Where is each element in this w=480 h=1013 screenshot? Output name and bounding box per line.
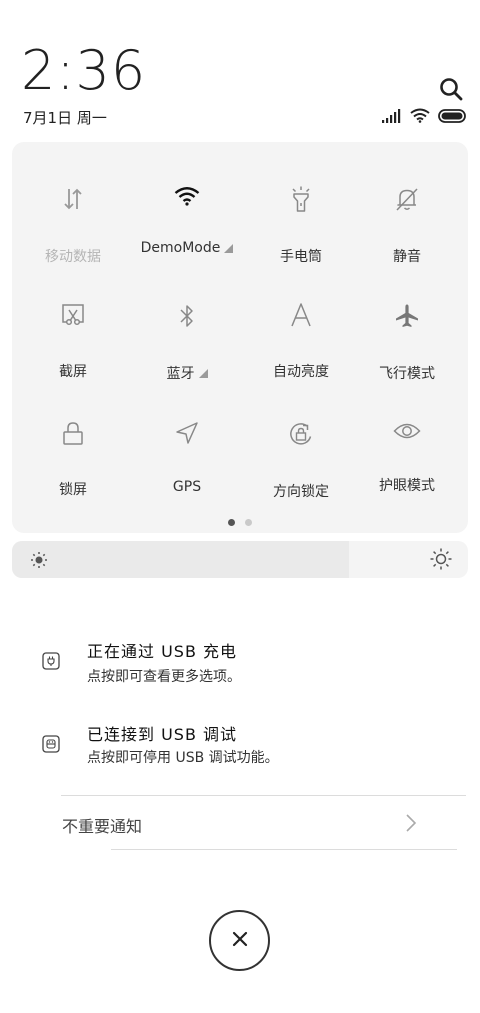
tile-eye-care[interactable]: 护眼模式 — [350, 377, 464, 494]
status-header: 2:36 7月1日 周一 — [0, 0, 480, 140]
tile-lock-screen[interactable]: 锁屏 — [16, 377, 130, 498]
tile-flashlight[interactable]: 手电筒 — [244, 142, 358, 265]
divider — [61, 795, 466, 796]
clear-all-button[interactable] — [209, 910, 270, 971]
brightness-low-icon — [30, 551, 48, 569]
close-icon — [231, 930, 249, 952]
gps-icon — [172, 421, 202, 445]
tile-airplane[interactable]: 飞行模式 — [350, 259, 464, 382]
usb-charge-icon — [42, 652, 60, 670]
notification-subtitle: 点按即可停用 USB 调试功能。 — [87, 750, 279, 766]
mute-bell-icon — [392, 186, 422, 212]
tile-screenshot[interactable]: 截屏 — [16, 259, 130, 380]
tile-mobile-data[interactable]: 移动数据 — [16, 142, 130, 265]
system-status-icons — [382, 108, 468, 126]
tile-gps[interactable]: GPS — [130, 377, 244, 495]
battery-icon — [438, 108, 468, 127]
tile-label: 护眼模式 — [379, 478, 435, 494]
tile-rotation-lock[interactable]: 方向锁定 — [244, 377, 358, 500]
brightness-high-icon — [430, 548, 452, 570]
airplane-icon — [392, 303, 422, 329]
usb-debug-icon — [42, 735, 60, 753]
lock-icon — [58, 421, 88, 445]
quick-settings-panel: 移动数据 DemoMode 手电筒 静音 截屏 蓝牙 自动亮度 飞行模式 锁屏 … — [12, 142, 468, 533]
tile-auto-brightness[interactable]: 自动亮度 — [244, 259, 358, 380]
mobile-data-icon — [58, 186, 88, 212]
clock: 2:36 — [21, 39, 147, 102]
tile-label: GPS — [172, 479, 202, 495]
notification-subtitle: 点按即可查看更多选项。 — [87, 669, 241, 685]
notification-usb-charging[interactable]: 正在通过 USB 充电 点按即可查看更多选项。 — [0, 625, 480, 705]
bluetooth-icon — [172, 303, 202, 329]
screenshot-icon — [58, 303, 88, 327]
chevron-right-icon — [404, 812, 418, 834]
notification-title: 正在通过 USB 充电 — [87, 642, 238, 661]
tile-wifi[interactable]: DemoMode — [130, 142, 244, 256]
notification-title: 已连接到 USB 调试 — [87, 725, 238, 744]
notification-usb-debugging[interactable]: 已连接到 USB 调试 点按即可停用 USB 调试功能。 — [0, 709, 480, 789]
flashlight-icon — [286, 186, 316, 212]
tile-label: 方向锁定 — [273, 484, 329, 500]
unimportant-label: 不重要通知 — [62, 817, 143, 836]
page-dot-active — [228, 519, 235, 526]
auto-brightness-icon — [286, 303, 316, 327]
search-icon[interactable] — [438, 76, 464, 102]
wifi-status-icon — [410, 108, 430, 127]
wifi-icon — [172, 186, 202, 206]
brightness-fill — [12, 541, 350, 578]
tile-mute[interactable]: 静音 — [350, 142, 464, 265]
page-indicator — [12, 519, 468, 526]
tile-label-wrap: DemoMode — [141, 240, 234, 256]
signal-icon — [382, 108, 402, 127]
rotation-lock-icon — [286, 421, 316, 447]
date-label: 7月1日 周一 — [23, 109, 107, 127]
tile-label: DemoMode — [140, 240, 221, 256]
eye-icon — [392, 421, 422, 441]
divider — [111, 849, 457, 850]
tile-label: 锁屏 — [59, 482, 87, 498]
expand-indicator-icon — [224, 243, 234, 253]
page-dot — [245, 519, 252, 526]
brightness-slider[interactable] — [12, 541, 468, 578]
tile-bluetooth[interactable]: 蓝牙 — [130, 259, 244, 382]
